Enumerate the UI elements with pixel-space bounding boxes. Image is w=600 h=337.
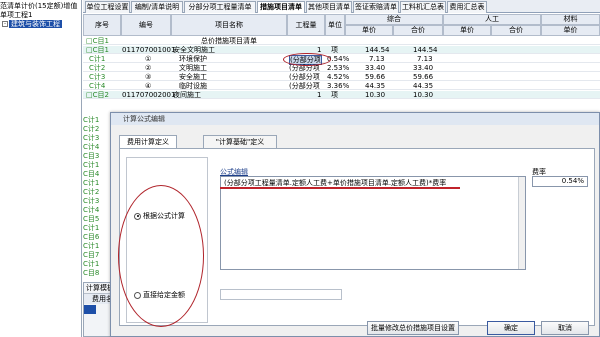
- annotation-oval: [283, 53, 331, 66]
- tree-item-selected[interactable]: - 建筑与装饰工程: [2, 20, 62, 29]
- row-name: 环境保护: [179, 55, 207, 63]
- row-rate: 3.36%: [327, 82, 350, 90]
- row-price: 44.35: [365, 82, 386, 90]
- row-total: 144.54: [413, 46, 438, 54]
- row-name: 安全施工: [179, 73, 207, 81]
- row-seq: □C目1: [86, 37, 109, 45]
- row-total: 44.35: [413, 82, 434, 90]
- cancel-button[interactable]: 取消: [541, 321, 589, 335]
- annotation-oval: [118, 185, 204, 327]
- table-row[interactable]: □C目2 011707002001 夜间施工 1 项 10.30 10.30: [83, 91, 600, 99]
- tab-fee-definition[interactable]: 费用计算定义: [119, 135, 177, 148]
- row-code: 011707002001: [122, 91, 176, 99]
- tab-unit-settings[interactable]: 单位工程设置: [85, 1, 130, 13]
- tab-materials-summary[interactable]: 工料机汇总表: [400, 1, 446, 13]
- col-labor-total: 合价: [491, 25, 541, 36]
- row-price: 33.40: [365, 64, 386, 72]
- dialog-pane: 根据公式计算 直接给定金额 公式编辑 费率 (分部分项工程量清单.定额人工费+单…: [118, 148, 595, 327]
- row-seq: C计4: [89, 82, 106, 90]
- row-name: 夜间施工: [173, 91, 201, 99]
- row-seq: □C目2: [86, 91, 109, 99]
- col-labor-price: 单价: [443, 25, 491, 36]
- col-mat-price: 单价: [541, 25, 600, 36]
- template-row-selected[interactable]: [84, 305, 96, 314]
- tab-bar: 单位工程设置 编制/清单说明 分部分项工程量清单 措施项目清单 其他项目清单 签…: [83, 0, 600, 13]
- ok-button[interactable]: 确定: [487, 321, 535, 335]
- dialog-title: 计算公式编辑: [111, 113, 599, 125]
- table-row[interactable]: C计4 ④ 临时设施 (分部分项 3.36% 44.35 44.35: [83, 82, 600, 90]
- row-total: 10.30: [413, 91, 434, 99]
- col-seq: 序号: [83, 14, 121, 36]
- col-comp-price: 单价: [345, 25, 393, 36]
- tab-description[interactable]: 编制/清单说明: [131, 1, 183, 13]
- row-price: 144.54: [365, 46, 390, 54]
- formula-editor[interactable]: (分部分项工程量清单.定额人工费+单价措施项目清单.定额人工费)*费率: [220, 176, 526, 270]
- row-price: 59.66: [365, 73, 386, 81]
- row-code: ②: [145, 64, 152, 72]
- row-name: 总价措施项目清单: [201, 37, 257, 45]
- tab-fee-summary[interactable]: 费用汇总表: [447, 1, 487, 13]
- row-total: 33.40: [413, 64, 434, 72]
- row-qty: 1: [317, 91, 322, 99]
- row-price: 7.13: [369, 55, 385, 63]
- col-qty: 工程量: [287, 14, 325, 36]
- col-material: 材料: [541, 14, 600, 25]
- row-name: 安全文明施工: [173, 46, 215, 54]
- col-comp: 综合: [345, 14, 443, 25]
- formula-edit-dialog: 计算公式编辑 费用计算定义 "计算基础"定义 根据公式计算 直接给定金额 公式编…: [110, 112, 600, 337]
- row-qty: (分部分项: [289, 82, 320, 90]
- row-name: 临时设施: [179, 82, 207, 90]
- batch-modify-button[interactable]: 批量修改总价措施项目设置: [367, 321, 459, 335]
- tab-sub-items[interactable]: 分部分项工程量清单: [184, 1, 256, 13]
- project-tree: 范清单计价(15定额)增值 单项工程1 - 建筑与装饰工程: [0, 0, 82, 337]
- tree-item-project[interactable]: 单项工程1: [0, 11, 32, 20]
- row-seq: C计1: [89, 55, 106, 63]
- annotation-underline: [220, 187, 460, 189]
- row-rate: 2.53%: [327, 64, 350, 72]
- row-seq: C计2: [89, 64, 106, 72]
- amount-input[interactable]: [220, 289, 342, 300]
- row-seq: □C目1: [86, 46, 109, 54]
- row-total: 7.13: [417, 55, 433, 63]
- table-row[interactable]: C计3 ③ 安全施工 (分部分项 4.52% 59.66 59.66: [83, 73, 600, 81]
- measures-grid: 序号 编号 项目名称 工程量 单位 综合 单价 合价 人工 单价 合价 材料 单…: [83, 14, 600, 110]
- tab-base-definition[interactable]: "计算基础"定义: [203, 135, 277, 148]
- row-seq: C计3: [89, 73, 106, 81]
- row-rate: 4.52%: [327, 73, 350, 81]
- col-name: 项目名称: [171, 14, 287, 36]
- rate-input[interactable]: 0.54%: [532, 176, 588, 187]
- row-code: ③: [145, 73, 152, 81]
- row-unit: 项: [331, 46, 338, 54]
- tab-claims[interactable]: 签证索赔清单: [353, 1, 399, 13]
- row-code: ④: [145, 82, 152, 90]
- row-price: 10.30: [365, 91, 386, 99]
- tree-root[interactable]: 范清单计价(15定额)增值: [0, 2, 77, 11]
- table-row[interactable]: □C目1 总价措施项目清单: [83, 37, 600, 45]
- table-row[interactable]: C计1 ① 环境保护 (分部分项 0.54% 7.13 7.13: [83, 55, 600, 65]
- row-unit: 项: [331, 91, 338, 99]
- table-row[interactable]: C计2 ② 文明施工 (分部分项 2.53% 33.40 33.40: [83, 64, 600, 72]
- col-labor: 人工: [443, 14, 541, 25]
- tab-measures[interactable]: 措施项目清单: [257, 1, 305, 13]
- col-code: 编号: [121, 14, 171, 36]
- formula-scrollbar[interactable]: [518, 177, 525, 269]
- col-unit: 单位: [325, 14, 345, 36]
- row-code: 011707001001: [122, 46, 176, 54]
- row-qty: (分部分项: [289, 73, 320, 81]
- folder-icon: -: [2, 21, 8, 27]
- col-comp-total: 合价: [393, 25, 443, 36]
- row-name: 文明施工: [179, 64, 207, 72]
- row-total: 59.66: [413, 73, 434, 81]
- tab-other-items[interactable]: 其他项目清单: [306, 1, 352, 13]
- row-code: ①: [145, 55, 152, 63]
- table-row[interactable]: □C目1 011707001001 安全文明施工 1 项 144.54 144.…: [83, 46, 600, 54]
